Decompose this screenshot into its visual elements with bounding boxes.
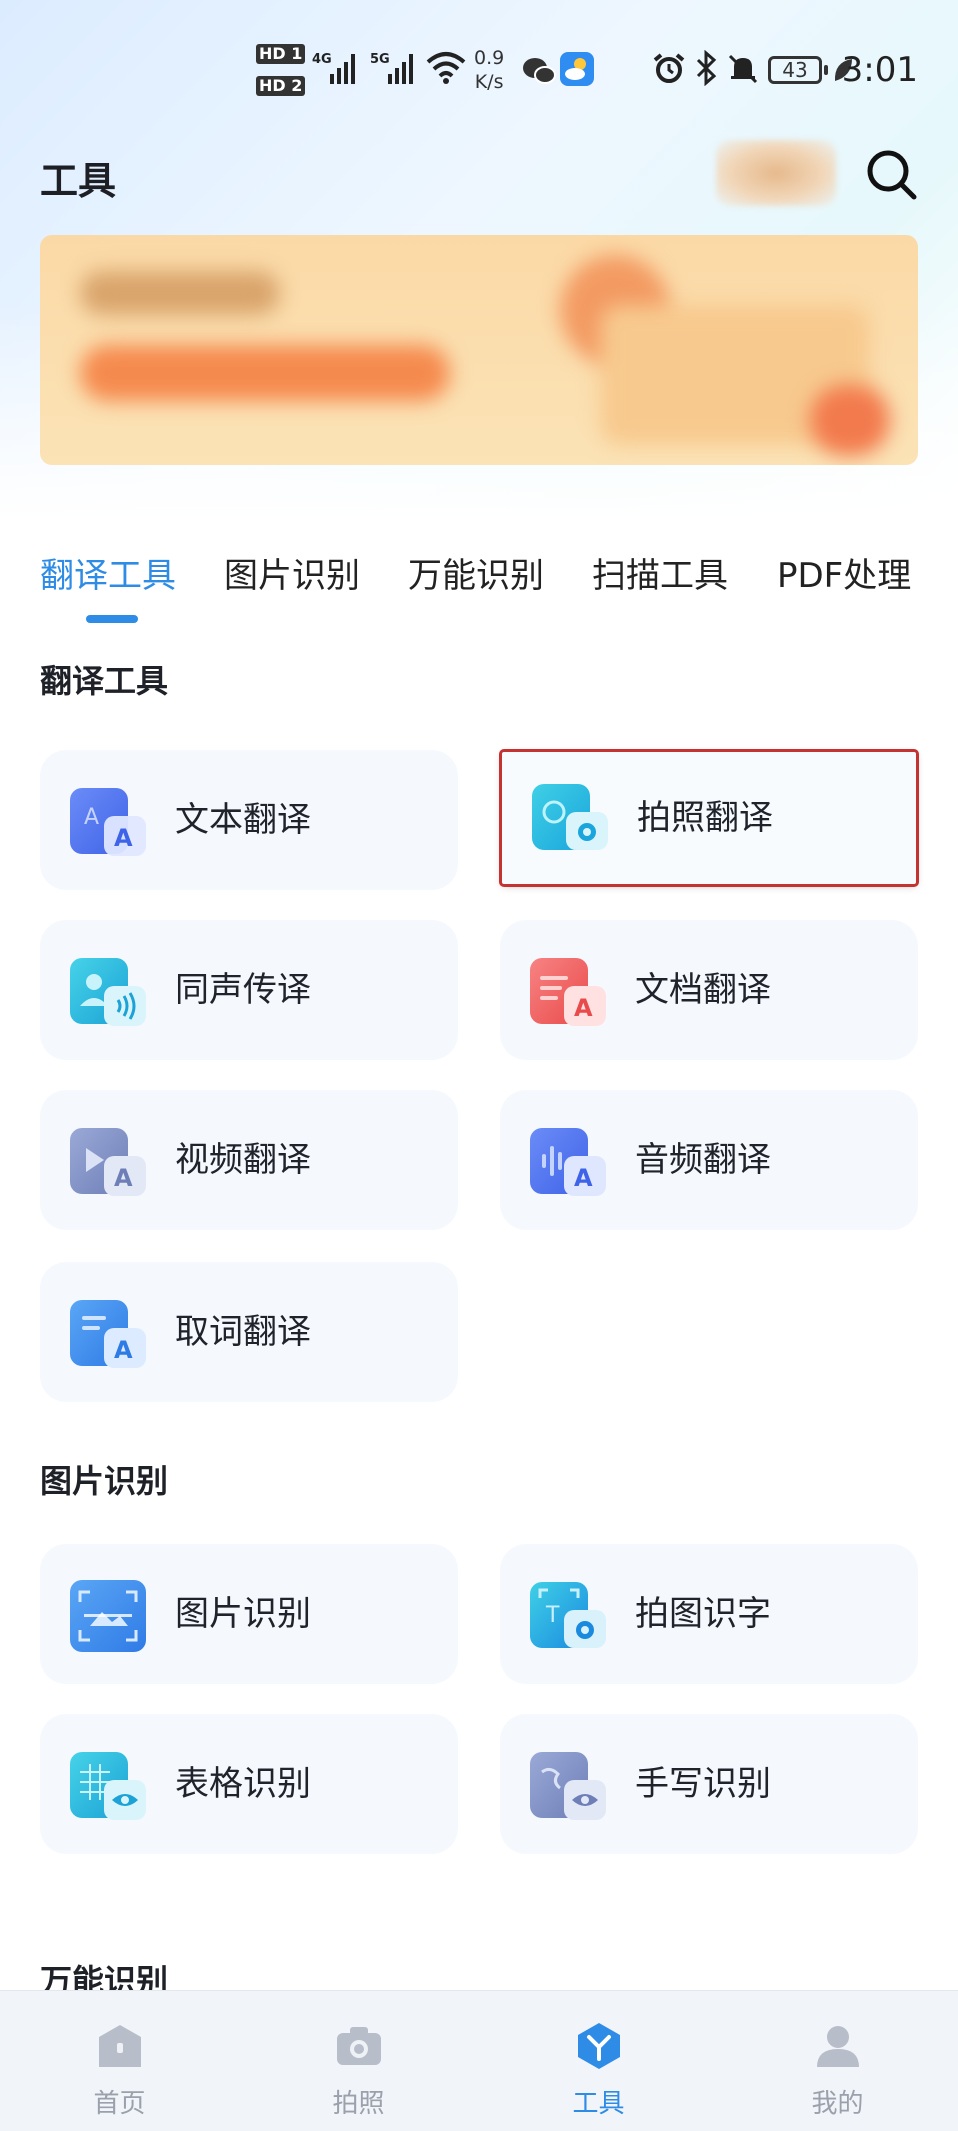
photo-ocr-icon: T [530,1582,606,1648]
svg-text:A: A [114,824,133,852]
svg-text:A: A [574,1164,593,1192]
tool-image-recognition[interactable]: 图片识别 [40,1544,458,1684]
tool-table-recognition[interactable]: 表格识别 [40,1714,458,1854]
tab-image-recognition[interactable]: 图片识别 [224,548,360,597]
nav-label: 我的 [811,2089,864,2119]
tool-label: 文本翻译 [175,800,311,840]
tool-label: 表格识别 [175,1764,311,1804]
page-title: 工具 [40,159,117,203]
tool-label: 拍图识字 [635,1594,771,1634]
svg-text:A: A [114,1164,133,1192]
word-pick-translate-icon: A [70,1300,146,1368]
table-recognition-icon [70,1752,146,1820]
tool-text-translate[interactable]: A A 文本翻译 [40,750,458,890]
active-tab-indicator [86,615,138,623]
nav-camera[interactable]: 拍照 [239,1991,478,2131]
tool-label: 文档翻译 [635,970,771,1010]
tool-label: 视频翻译 [175,1140,311,1180]
sim2-indicator: HD 2 [256,76,306,96]
tab-translate-tools[interactable]: 翻译工具 [40,548,176,597]
tools-icon [577,2023,620,2069]
nav-label: 工具 [572,2089,625,2119]
bottom-navigation: 首页 拍照 工具 我的 [0,1990,958,2131]
tool-word-pick-translate[interactable]: A 取词翻译 [40,1262,458,1402]
tool-label: 拍照翻译 [637,798,773,838]
tab-pdf-processing[interactable]: PDF处理 [777,548,911,597]
tool-photo-ocr[interactable]: T 拍图识字 [500,1544,918,1684]
sim1-indicator: HD 1 [256,44,306,64]
nav-profile[interactable]: 我的 [718,1991,957,2131]
tool-document-translate[interactable]: A 文档翻译 [500,920,918,1060]
alarm-icon [653,53,685,83]
signal-2-icon [388,50,413,84]
mute-bell-icon [728,54,758,84]
vip-badge[interactable] [716,140,836,206]
tab-scan-tools[interactable]: 扫描工具 [592,548,728,597]
tool-simultaneous-interpret[interactable]: 同声传译 [40,920,458,1060]
network-speed-value: 0.9 [474,47,505,69]
tool-label: 手写识别 [635,1764,771,1804]
promo-banner[interactable] [40,235,918,465]
wifi-icon [426,52,466,84]
signal-1-icon [330,50,355,84]
tool-audio-translate[interactable]: A 音频翻译 [500,1090,918,1230]
document-translate-icon: A [530,958,606,1026]
nav-tools[interactable]: 工具 [479,1991,718,2131]
tool-label: 取词翻译 [175,1312,311,1352]
svg-text:A: A [574,994,593,1022]
tool-label: 图片识别 [175,1594,311,1634]
section-title-image-recognition: 图片识别 [40,1462,169,1500]
nav-label: 首页 [93,2089,146,2119]
nav-label: 拍照 [332,2089,385,2119]
camera-icon [336,2027,381,2065]
search-icon[interactable] [862,145,922,205]
network-speed-unit: K/s [474,71,504,93]
nav-home[interactable]: 首页 [0,1991,239,2131]
tool-handwriting-recognition[interactable]: 手写识别 [500,1714,918,1854]
status-bar: HD 1 HD 2 4G 5G 0.9 K/s 43 3:01 [0,0,958,140]
tool-photo-translate[interactable]: 拍照翻译 [499,749,919,887]
network-type-1: 4G [312,52,332,67]
audio-translate-icon: A [530,1128,606,1196]
simultaneous-interpret-icon [70,958,146,1026]
section-title-translate: 翻译工具 [40,662,169,700]
tab-universal-recognition[interactable]: 万能识别 [408,548,544,597]
svg-text:T: T [545,1603,560,1628]
svg-text:A: A [84,805,99,830]
home-icon [98,2025,141,2067]
photo-translate-icon [532,784,608,850]
network-type-2: 5G [370,52,390,67]
battery-indicator: 43 [768,56,828,84]
clock: 3:01 [841,50,918,90]
tool-label: 同声传译 [175,970,311,1010]
video-translate-icon: A [70,1128,146,1196]
category-tabs: 翻译工具 图片识别 万能识别 扫描工具 PDF处理 [40,548,958,618]
network-speed: 0.9 K/s [474,46,504,94]
weather-app-icon [560,52,594,86]
text-translate-icon: A A [70,788,146,856]
svg-text:A: A [114,1336,133,1364]
bluetooth-icon [696,50,717,86]
profile-icon [816,2026,859,2067]
tool-label: 音频翻译 [635,1140,771,1180]
tool-video-translate[interactable]: A 视频翻译 [40,1090,458,1230]
image-recognition-icon [70,1580,146,1652]
wechat-icon [523,58,556,84]
handwriting-recognition-icon [530,1752,606,1820]
